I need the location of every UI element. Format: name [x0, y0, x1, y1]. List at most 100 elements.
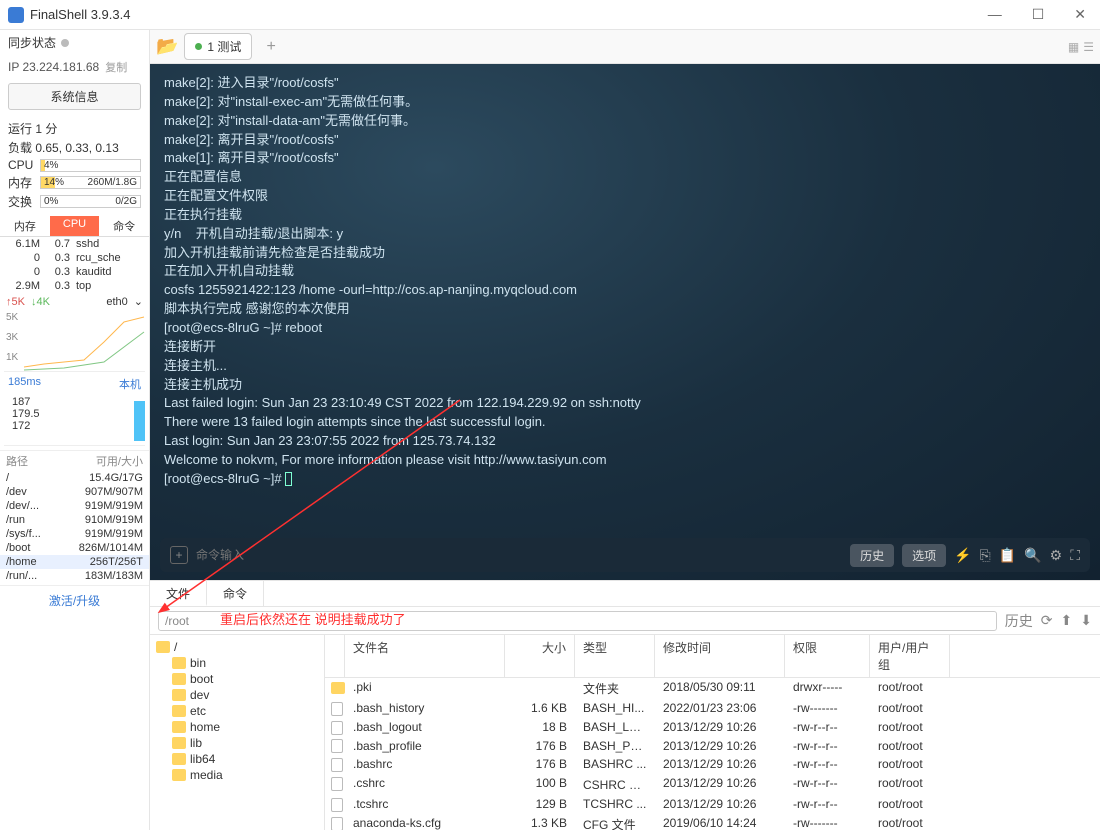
- tab-file[interactable]: 文件: [150, 581, 207, 606]
- swap-bar: 0%0/2G: [40, 195, 141, 208]
- file-icon: [331, 777, 343, 791]
- file-row[interactable]: anaconda-ks.cfg1.3 KBCFG 文件2019/06/10 14…: [325, 814, 1100, 830]
- titlebar: FinalShell 3.9.3.4 — ☐ ✕: [0, 0, 1100, 30]
- net-chart: 5K 3K 1K: [4, 312, 145, 372]
- session-tab[interactable]: 1 测试: [184, 33, 252, 60]
- refresh-icon[interactable]: ⟳: [1041, 612, 1053, 629]
- swap-label: 交换: [8, 193, 36, 210]
- file-icon: [331, 721, 343, 735]
- disk-row[interactable]: /15.4G/17G: [0, 471, 149, 485]
- command-input[interactable]: [196, 548, 842, 562]
- search-icon[interactable]: 🔍: [1024, 547, 1041, 564]
- path-history-button[interactable]: 历史: [1005, 611, 1033, 631]
- close-button[interactable]: ✕: [1068, 6, 1092, 23]
- net-dropdown-icon[interactable]: ⌄: [134, 295, 143, 308]
- proc-row[interactable]: 6.1M0.7sshd: [0, 237, 149, 251]
- disk-row[interactable]: /run910M/919M: [0, 513, 149, 527]
- folder-icon: [172, 737, 186, 749]
- col-type[interactable]: 类型: [575, 635, 655, 677]
- file-row[interactable]: .bash_history1.6 KBBASH_HI...2022/01/23 …: [325, 699, 1100, 718]
- list-view-icon[interactable]: ☰: [1083, 40, 1094, 54]
- app-title: FinalShell 3.9.3.4: [30, 7, 982, 22]
- col-size[interactable]: 大小: [505, 635, 575, 677]
- tree-node[interactable]: dev: [150, 687, 324, 703]
- disk-row[interactable]: /home256T/256T: [0, 555, 149, 569]
- copy-ip-button[interactable]: 复制: [105, 59, 127, 75]
- status-dot-icon: [61, 39, 69, 47]
- disk-row[interactable]: /sys/f...919M/919M: [0, 527, 149, 541]
- mem-bar: 14%260M/1.8G: [40, 176, 141, 189]
- ping-chart: 187 179.5 172: [4, 396, 145, 446]
- file-row[interactable]: .cshrc100 BCSHRC 文...2013/12/29 10:26-rw…: [325, 774, 1100, 795]
- folder-icon: [172, 673, 186, 685]
- tree-node[interactable]: boot: [150, 671, 324, 687]
- tree-node[interactable]: media: [150, 767, 324, 783]
- tree-node[interactable]: bin: [150, 655, 324, 671]
- bolt-icon[interactable]: ⚡: [954, 547, 971, 564]
- folder-tree[interactable]: /binbootdevetchomeliblib64media: [150, 635, 325, 830]
- add-command-button[interactable]: +: [170, 546, 188, 564]
- file-row[interactable]: .bash_logout18 BBASH_LO...2013/12/29 10:…: [325, 718, 1100, 737]
- open-folder-icon[interactable]: 📂: [156, 36, 178, 57]
- path-input[interactable]: [158, 611, 997, 631]
- ping-local[interactable]: 本机: [119, 376, 141, 392]
- terminal[interactable]: make[2]: 进入目录"/root/cosfs"make[2]: 对"ins…: [150, 64, 1100, 580]
- tab-command[interactable]: 命令: [207, 581, 264, 606]
- sidebar: 同步状态 IP 23.224.181.68 复制 系统信息 运行 1 分 负载 …: [0, 30, 150, 830]
- proc-row[interactable]: 00.3rcu_sche: [0, 251, 149, 265]
- folder-icon: [172, 657, 186, 669]
- disk-row[interactable]: /dev/...919M/919M: [0, 499, 149, 513]
- system-info-button[interactable]: 系统信息: [8, 83, 141, 110]
- file-icon: [331, 758, 343, 772]
- maximize-button[interactable]: ☐: [1026, 6, 1051, 23]
- disk-row[interactable]: /run/...183M/183M: [0, 569, 149, 583]
- tree-node[interactable]: home: [150, 719, 324, 735]
- tree-node[interactable]: etc: [150, 703, 324, 719]
- col-user[interactable]: 用户/用户组: [870, 635, 950, 677]
- proc-row[interactable]: 00.3kauditd: [0, 265, 149, 279]
- file-list[interactable]: 文件名 大小 类型 修改时间 权限 用户/用户组 .pki文件夹2018/05/…: [325, 635, 1100, 830]
- status-green-icon: [195, 43, 202, 50]
- proc-tabs[interactable]: 内存 CPU 命令: [0, 216, 149, 237]
- settings-icon[interactable]: ⚙: [1050, 547, 1063, 564]
- col-perm[interactable]: 权限: [785, 635, 870, 677]
- tab-cmd[interactable]: 命令: [99, 216, 149, 236]
- cpu-bar: 4%: [40, 159, 141, 172]
- tab-cpu[interactable]: CPU: [50, 216, 100, 236]
- history-button[interactable]: 历史: [850, 544, 894, 567]
- copy-icon[interactable]: ⎘: [980, 547, 991, 564]
- file-row[interactable]: .bashrc176 BBASHRC ...2013/12/29 10:26-r…: [325, 755, 1100, 774]
- file-row[interactable]: .pki文件夹2018/05/30 09:11drwxr-----root/ro…: [325, 678, 1100, 699]
- disk-row[interactable]: /boot826M/1014M: [0, 541, 149, 555]
- grid-view-icon[interactable]: ▦: [1068, 40, 1079, 54]
- activate-link[interactable]: 激活/升级: [0, 585, 149, 615]
- net-line: ↑5K ↓4K eth0 ⌄: [0, 293, 149, 310]
- cpu-label: CPU: [8, 158, 36, 172]
- tree-node[interactable]: lib64: [150, 751, 324, 767]
- net-up: ↑5K: [6, 296, 25, 308]
- folder-icon: [172, 689, 186, 701]
- col-name[interactable]: 文件名: [345, 635, 505, 677]
- disk-table: 路径可用/大小 /15.4G/17G/dev907M/907M/dev/...9…: [0, 448, 149, 585]
- download-icon[interactable]: ⬇: [1080, 612, 1092, 629]
- options-button[interactable]: 选项: [902, 544, 946, 567]
- col-mtime[interactable]: 修改时间: [655, 635, 785, 677]
- new-tab-button[interactable]: +: [258, 38, 283, 56]
- folder-icon: [172, 769, 186, 781]
- file-row[interactable]: .tcshrc129 BTCSHRC ...2013/12/29 10:26-r…: [325, 795, 1100, 814]
- file-row[interactable]: .bash_profile176 BBASH_PR...2013/12/29 1…: [325, 737, 1100, 756]
- paste-icon[interactable]: 📋: [999, 547, 1016, 564]
- fullscreen-icon[interactable]: ⛶: [1070, 547, 1080, 564]
- folder-icon: [172, 705, 186, 717]
- minimize-button[interactable]: —: [982, 6, 1008, 23]
- ping-value: 185ms: [8, 376, 41, 392]
- disk-row[interactable]: /dev907M/907M: [0, 485, 149, 499]
- file-icon: [331, 702, 343, 716]
- sync-status: 同步状态: [0, 30, 149, 55]
- proc-row[interactable]: 2.9M0.3top: [0, 279, 149, 293]
- upload-icon[interactable]: ⬆: [1061, 612, 1073, 629]
- tree-node[interactable]: /: [150, 639, 324, 655]
- command-bar: + 历史 选项 ⚡ ⎘ 📋 🔍 ⚙ ⛶: [160, 538, 1090, 572]
- tree-node[interactable]: lib: [150, 735, 324, 751]
- tab-mem[interactable]: 内存: [0, 216, 50, 236]
